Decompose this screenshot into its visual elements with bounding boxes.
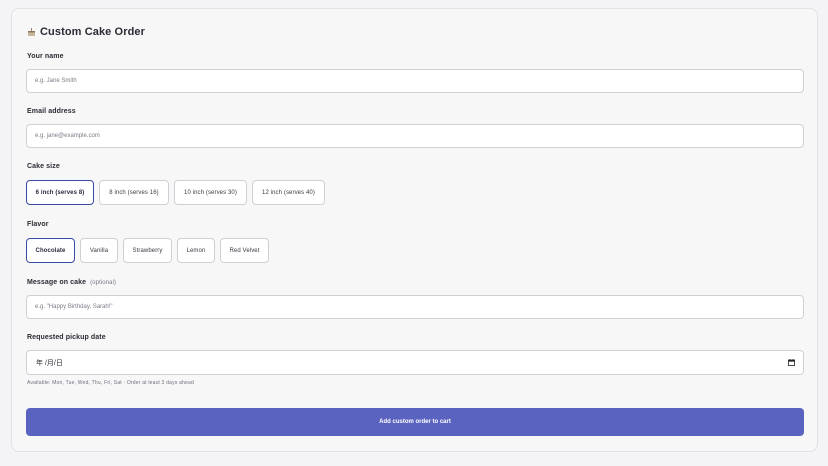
flavor-label: Flavor — [27, 221, 49, 228]
size-option[interactable]: 10 inch (serves 30) — [174, 180, 247, 205]
flavor-option[interactable]: Vanilla — [80, 238, 118, 263]
cake-icon — [27, 27, 36, 37]
calendar-icon[interactable] — [788, 359, 795, 366]
email-placeholder: e.g. jane@example.com — [35, 133, 100, 139]
pickup-hint: Available: Mon, Tue, Wed, Thu, Fri, Sat … — [27, 380, 194, 386]
size-label: Cake size — [27, 163, 60, 170]
size-option[interactable]: 8 inch (serves 16) — [99, 180, 169, 205]
message-label-text: Message on cake — [27, 279, 87, 286]
pickup-date-value: 年 /月/日 — [36, 359, 63, 367]
add-to-cart-button[interactable]: Add custom order to cart — [26, 408, 804, 436]
message-placeholder: e.g. "Happy Birthday, Sarah!" — [35, 304, 113, 310]
flavor-option[interactable]: Lemon — [177, 238, 215, 263]
form-title-text: Custom Cake Order — [40, 26, 146, 38]
pickup-label: Requested pickup date — [27, 334, 106, 341]
flavor-option[interactable]: Strawberry — [123, 238, 172, 263]
email-input[interactable]: e.g. jane@example.com — [26, 124, 804, 148]
size-option[interactable]: 12 inch (serves 40) — [252, 180, 325, 205]
message-label: Message on cake (optional) — [27, 279, 116, 286]
cake-order-form: Custom Cake Order Your name e.g. Jane Sm… — [11, 8, 818, 452]
flavor-option[interactable]: Chocolate — [26, 238, 75, 263]
name-placeholder: e.g. Jane Smith — [35, 78, 77, 84]
optional-note: (optional) — [90, 280, 117, 286]
name-input[interactable]: e.g. Jane Smith — [26, 69, 804, 93]
flavor-options: Chocolate Vanilla Strawberry Lemon Red V… — [26, 238, 269, 263]
pickup-date-input[interactable]: 年 /月/日 — [26, 350, 804, 375]
size-options: 6 inch (serves 8) 8 inch (serves 16) 10 … — [26, 180, 325, 205]
form-title: Custom Cake Order — [27, 26, 145, 38]
email-label: Email address — [27, 108, 76, 115]
message-input[interactable]: e.g. "Happy Birthday, Sarah!" — [26, 295, 804, 319]
size-option[interactable]: 6 inch (serves 8) — [26, 180, 94, 205]
name-label: Your name — [27, 53, 64, 60]
flavor-option[interactable]: Red Velvet — [220, 238, 269, 263]
